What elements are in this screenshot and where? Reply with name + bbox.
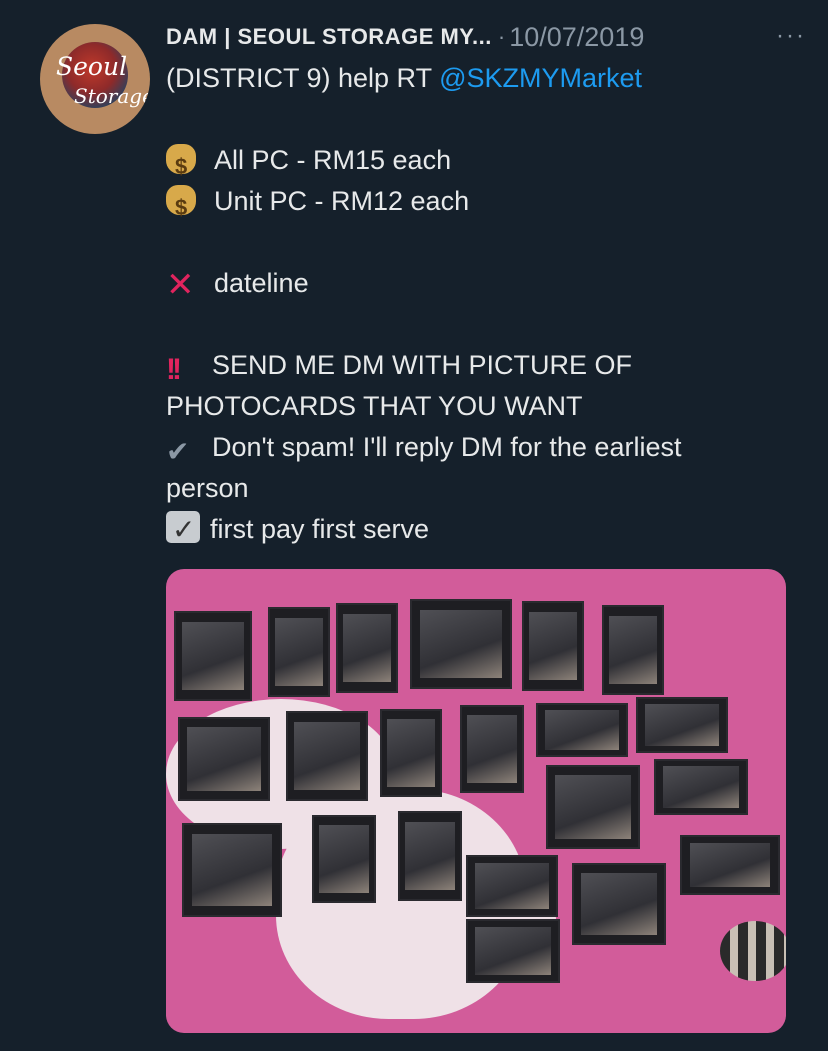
cross-mark-icon: ✕ <box>166 266 195 304</box>
photocard <box>680 835 780 895</box>
photocard <box>380 709 442 797</box>
photocard <box>466 855 558 917</box>
avatar[interactable]: Seoul Storage <box>40 24 150 134</box>
dateline-line: ✕ dateline <box>166 263 806 304</box>
photocard <box>522 601 584 691</box>
photocard <box>572 863 666 945</box>
dm-text-2: PHOTOCARDS THAT YOU WANT <box>166 391 583 421</box>
photocard <box>286 711 368 801</box>
photocard <box>636 697 728 753</box>
dateline-text: dateline <box>214 268 309 298</box>
separator-dot: · <box>497 24 506 49</box>
tweet-photo[interactable] <box>166 569 786 1033</box>
avatar-text-1: Seoul <box>56 52 128 81</box>
dm-line-2: PHOTOCARDS THAT YOU WANT <box>166 386 806 427</box>
spam-text-1: Don't spam! I'll reply DM for the earlie… <box>212 432 682 462</box>
price-all-line: All PC - RM15 each <box>166 140 806 187</box>
photocard <box>178 717 270 801</box>
double-exclamation-icon: !! <box>166 353 182 386</box>
author-name[interactable]: DAM | SEOUL STORAGE MY... <box>166 24 492 50</box>
photocard <box>536 703 628 757</box>
price-unit-line: Unit PC - RM12 each <box>166 181 806 228</box>
mention-link[interactable]: @SKZMYMarket <box>439 63 642 93</box>
check-mark-icon: ✔ <box>166 436 190 467</box>
intro-line: (DISTRICT 9) help RT @SKZMYMarket <box>166 58 806 99</box>
intro-text: (DISTRICT 9) help RT <box>166 63 432 93</box>
fabric-bee-pattern <box>720 921 786 981</box>
serve-line: first pay first serve <box>166 509 806 550</box>
tweet-text: (DISTRICT 9) help RT @SKZMYMarket All PC… <box>166 58 806 550</box>
photocard <box>546 765 640 849</box>
dm-line-1: !! SEND ME DM WITH PICTURE OF <box>166 345 806 386</box>
photocard <box>268 607 330 697</box>
money-bag-icon <box>166 144 196 187</box>
photocard <box>654 759 748 815</box>
more-options-icon[interactable]: ··· <box>776 22 806 50</box>
price-unit-text: Unit PC - RM12 each <box>214 186 470 216</box>
photocard <box>466 919 560 983</box>
spam-text-2: person <box>166 473 249 503</box>
spam-line-1: ✔ Don't spam! I'll reply DM for the earli… <box>166 427 806 468</box>
check-box-icon <box>166 509 200 550</box>
spam-line-2: person <box>166 468 806 509</box>
price-all-text: All PC - RM15 each <box>214 145 452 175</box>
photocard <box>398 811 462 901</box>
photocard <box>336 603 398 693</box>
photocard <box>602 605 664 695</box>
tweet-header: DAM | SEOUL STORAGE MY... · 10/07/2019 ·… <box>166 20 808 54</box>
serve-text: first pay first serve <box>210 514 430 544</box>
dm-text-1: SEND ME DM WITH PICTURE OF <box>212 350 632 380</box>
tweet-date[interactable]: 10/07/2019 <box>509 22 644 53</box>
photocard <box>182 823 282 917</box>
photocard <box>312 815 376 903</box>
money-bag-icon <box>166 185 196 228</box>
photocard <box>174 611 252 701</box>
photocard <box>410 599 512 689</box>
avatar-text-2: Storage <box>74 84 150 108</box>
photocard <box>460 705 524 793</box>
